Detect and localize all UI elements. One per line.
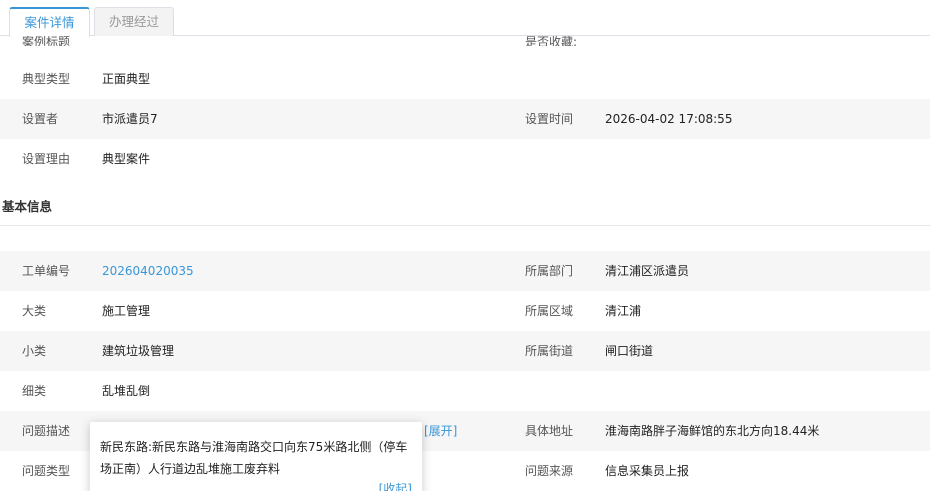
field-label: 设置时间 <box>525 112 574 126</box>
field-value: 清江浦区派遣员 <box>605 264 690 278</box>
clipped-row: 案例标题 是否收藏: <box>0 36 930 46</box>
field-label: 细类 <box>22 384 47 398</box>
field-label: 设置者 <box>22 112 59 126</box>
field-label: 小类 <box>22 344 47 358</box>
field-label: 大类 <box>22 304 47 318</box>
tab-case-details[interactable]: 案件详情 <box>9 7 90 37</box>
field-value: 淮海南路胖子海鲜馆的东北方向18.44米 <box>605 424 820 438</box>
field-value: 正面典型 <box>102 72 151 86</box>
field-value: 清江浦 <box>605 304 642 318</box>
detail-row-detail-class: 细类 乱堆乱倒 <box>0 371 930 411</box>
field-value: 典型案件 <box>102 152 151 166</box>
ticket-number-link[interactable]: 202604020035 <box>102 251 194 291</box>
collapse-link[interactable]: [收起] <box>379 480 412 491</box>
field-value: 施工管理 <box>102 304 151 318</box>
expand-link[interactable]: [展开] <box>424 411 457 451</box>
field-value: 市派遣员7 <box>102 112 158 126</box>
field-value: 信息采集员上报 <box>605 464 690 478</box>
field-value: 闸口街道 <box>605 344 654 358</box>
field-label: 所属部门 <box>525 264 574 278</box>
field-label: 问题类型 <box>22 464 71 478</box>
detail-row-typical-type: 典型类型 正面典型 <box>0 59 930 99</box>
description-popover: 新民东路:新民东路与淮海南路交口向东75米路北侧（停车场正南）人行道边乱堆施工废… <box>90 422 422 491</box>
field-value: 2026-04-02 17:08:55 <box>605 112 733 126</box>
detail-row-reason: 设置理由 典型案件 <box>0 139 930 179</box>
field-value: 建筑垃圾管理 <box>102 344 175 358</box>
detail-row-setter: 设置者 市派遣员7 设置时间 2026-04-02 17:08:55 <box>0 99 930 139</box>
detail-row-category: 大类 施工管理 所属区域 清江浦 <box>0 291 930 331</box>
field-label: 具体地址 <box>525 424 574 438</box>
field-label: 所属区域 <box>525 304 574 318</box>
field-value: 乱堆乱倒 <box>102 384 151 398</box>
field-label: 问题描述 <box>22 424 71 438</box>
field-label: 问题来源 <box>525 464 574 478</box>
field-label: 设置理由 <box>22 152 71 166</box>
field-label: 典型类型 <box>22 72 71 86</box>
field-label: 所属街道 <box>525 344 574 358</box>
field-label: 是否收藏: <box>525 36 578 46</box>
tab-handling-process[interactable]: 办理经过 <box>94 7 174 36</box>
divider <box>0 225 930 226</box>
description-text: 新民东路:新民东路与淮海南路交口向东75米路北侧（停车场正南）人行道边乱堆施工废… <box>100 440 408 476</box>
detail-row-subcategory: 小类 建筑垃圾管理 所属街道 闸口街道 <box>0 331 930 371</box>
section-title-basic-info: 基本信息 <box>2 199 53 214</box>
field-label: 案例标题 <box>22 36 71 46</box>
tab-bar: 案件详情 办理经过 <box>0 0 930 37</box>
detail-row-ticket-no: 工单编号 202604020035 所属部门 清江浦区派遣员 <box>0 251 930 291</box>
field-label: 工单编号 <box>22 264 71 278</box>
